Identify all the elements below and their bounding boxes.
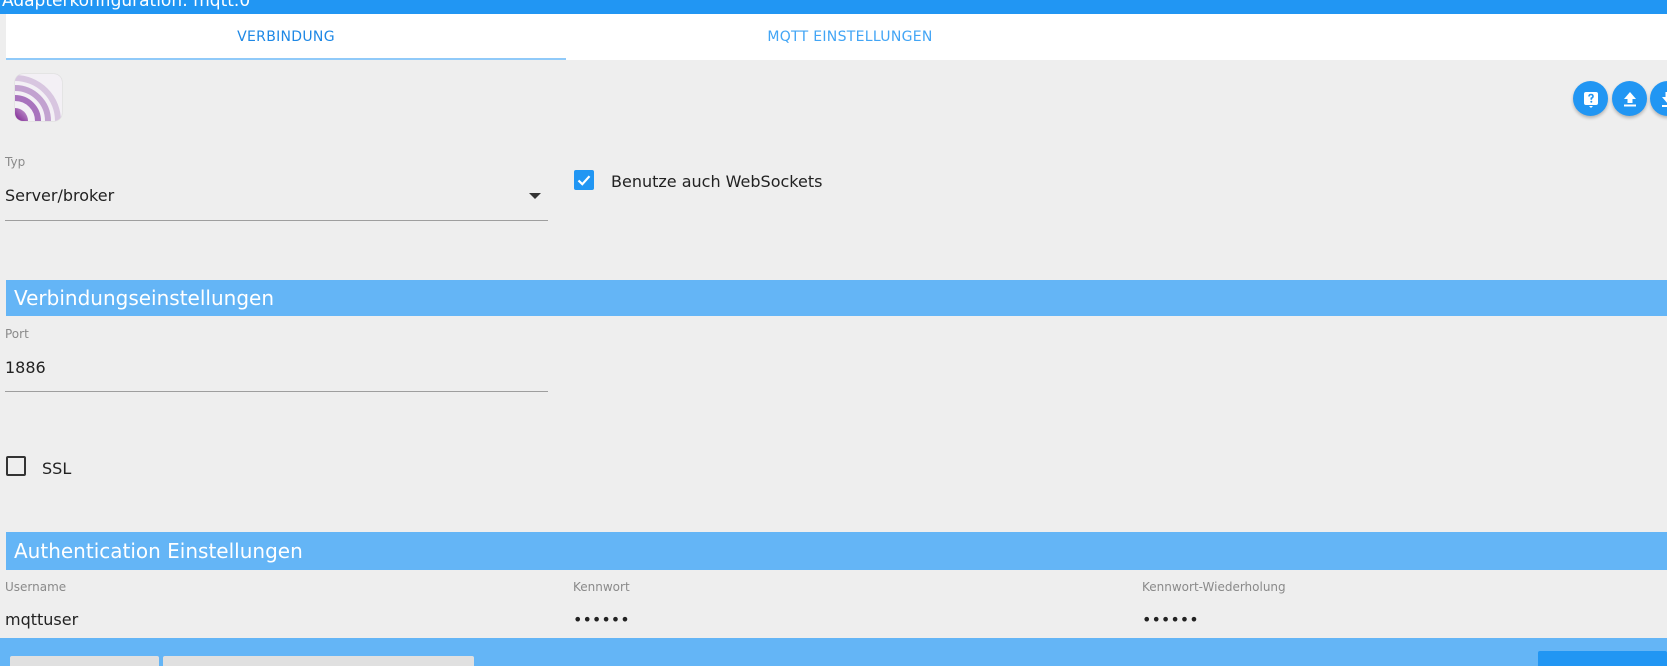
window-titlebar: Adapterkonfiguration: mqtt.0	[0, 0, 1667, 14]
tab-verbindung[interactable]: VERBINDUNG	[6, 14, 566, 60]
ssl-label: SSL	[42, 459, 72, 478]
tab-bar: VERBINDUNG MQTT EINSTELLUNGEN	[6, 14, 1667, 60]
save-button[interactable]	[10, 656, 159, 666]
ssl-checkbox[interactable]	[6, 456, 26, 476]
window-title: Adapterkonfiguration: mqtt.0	[2, 0, 251, 11]
section-header-connection: Verbindungseinstellungen	[6, 280, 1667, 316]
websockets-checkbox[interactable]	[574, 170, 594, 190]
port-underline	[5, 391, 548, 392]
upload-button[interactable]	[1612, 81, 1647, 116]
type-label: Typ	[5, 155, 26, 169]
password-input[interactable]: ••••••	[573, 610, 630, 629]
close-button[interactable]	[1538, 651, 1667, 666]
download-button[interactable]	[1650, 81, 1667, 116]
username-input[interactable]: mqttuser	[5, 610, 78, 629]
port-input[interactable]: 1886	[5, 358, 46, 377]
section-header-auth: Authentication Einstellungen	[6, 532, 1667, 570]
password-label: Kennwort	[573, 580, 630, 594]
download-icon	[1661, 91, 1667, 107]
port-label: Port	[5, 327, 29, 341]
chevron-down-icon[interactable]	[529, 193, 541, 199]
help-icon	[1583, 91, 1598, 108]
websockets-label: Benutze auch WebSockets	[611, 172, 823, 191]
bottom-action-bar	[0, 638, 1667, 666]
password-repeat-input[interactable]: ••••••	[1142, 610, 1199, 629]
mqtt-logo-icon	[15, 74, 62, 121]
tab-mqtt-einstellungen[interactable]: MQTT EINSTELLUNGEN	[566, 14, 1134, 60]
save-and-close-button[interactable]	[163, 656, 474, 666]
type-underline	[5, 220, 548, 221]
type-select[interactable]: Server/broker	[5, 186, 114, 205]
checkmark-icon	[577, 175, 591, 186]
upload-icon	[1623, 91, 1636, 106]
help-button[interactable]	[1573, 81, 1608, 116]
username-label: Username	[5, 580, 67, 594]
password-repeat-label: Kennwort-Wiederholung	[1142, 580, 1286, 594]
